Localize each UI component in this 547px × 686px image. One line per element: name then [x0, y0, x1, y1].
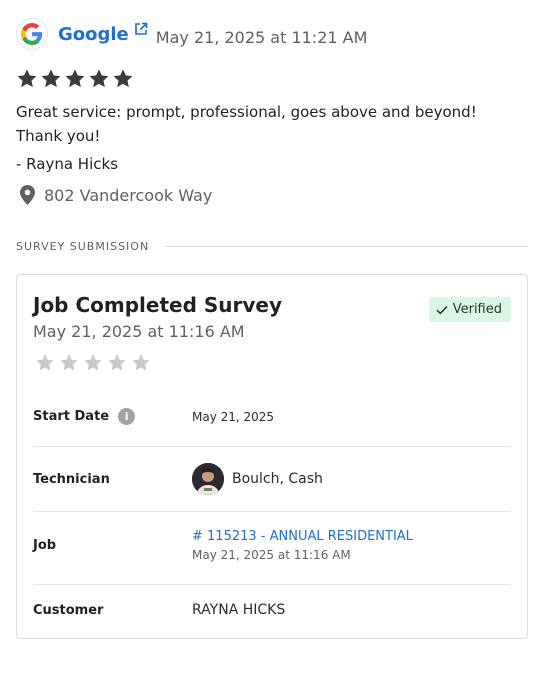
customer-label: Customer	[33, 602, 104, 618]
start-date-value: May 21, 2025	[192, 409, 275, 424]
row-divider	[33, 511, 511, 512]
review-header: Google May 21, 2025 at 11:21 AM	[16, 18, 367, 50]
verified-badge: Verified	[428, 297, 511, 322]
technician-name: Boulch, Cash	[232, 471, 323, 487]
review-text: Great service: prompt, professional, goe…	[16, 100, 477, 176]
start-date-label: Start Date i	[33, 408, 192, 425]
section-label: SURVEY SUBMISSION	[16, 240, 150, 253]
review-author: - Rayna Hicks	[16, 155, 119, 173]
star-icon	[41, 69, 61, 88]
survey-card: Job Completed Survey May 21, 2025 at 11:…	[16, 274, 528, 639]
job-link[interactable]: # 115213 - ANNUAL RESIDENTIAL	[192, 529, 413, 544]
review-star-rating	[16, 68, 134, 90]
review-text-line: Great service: prompt, professional, goe…	[16, 103, 477, 121]
star-icon[interactable]	[59, 353, 79, 373]
review-location: 802 Vandercook Way	[20, 185, 212, 205]
avatar	[192, 463, 224, 495]
star-icon[interactable]	[83, 353, 103, 373]
job-date: May 21, 2025 at 11:16 AM	[192, 548, 351, 562]
technician-value: Boulch, Cash	[192, 463, 323, 495]
info-icon[interactable]: i	[118, 408, 136, 425]
star-icon[interactable]	[131, 353, 151, 373]
star-icon	[113, 69, 133, 88]
customer-value: RAYNA HICKS	[192, 602, 286, 618]
review-date: May 21, 2025 at 11:21 AM	[155, 27, 368, 47]
star-icon[interactable]	[107, 353, 127, 373]
review-source-link[interactable]: Google	[58, 24, 129, 45]
job-label: Job	[33, 538, 57, 553]
customer-row: Customer RAYNA HICKS	[33, 602, 511, 618]
section-divider: SURVEY SUBMISSION	[16, 240, 528, 253]
survey-title: Job Completed Survey	[33, 293, 283, 317]
map-pin-icon	[20, 185, 35, 205]
job-row: Job # 115213 - ANNUAL RESIDENTIAL May 21…	[33, 529, 511, 562]
external-link-icon[interactable]	[134, 21, 148, 40]
check-icon	[436, 305, 448, 315]
row-divider	[33, 584, 511, 585]
star-icon[interactable]	[35, 353, 55, 373]
star-icon	[17, 69, 37, 88]
location-address: 802 Vandercook Way	[44, 185, 213, 205]
divider-line	[165, 246, 528, 247]
technician-label: Technician	[33, 471, 110, 487]
survey-star-rating[interactable]	[35, 353, 151, 373]
google-logo-icon	[16, 18, 48, 50]
start-date-row: Start Date i May 21, 2025	[33, 408, 511, 425]
survey-date: May 21, 2025 at 11:16 AM	[33, 322, 245, 341]
review-text-line: Thank you!	[16, 127, 101, 145]
row-divider	[33, 446, 511, 447]
verified-label: Verified	[452, 302, 502, 317]
star-icon	[65, 69, 85, 88]
star-icon	[89, 69, 109, 88]
technician-row: Technician Boulch, Cash	[33, 463, 511, 495]
job-value: # 115213 - ANNUAL RESIDENTIAL May 21, 20…	[192, 529, 413, 562]
